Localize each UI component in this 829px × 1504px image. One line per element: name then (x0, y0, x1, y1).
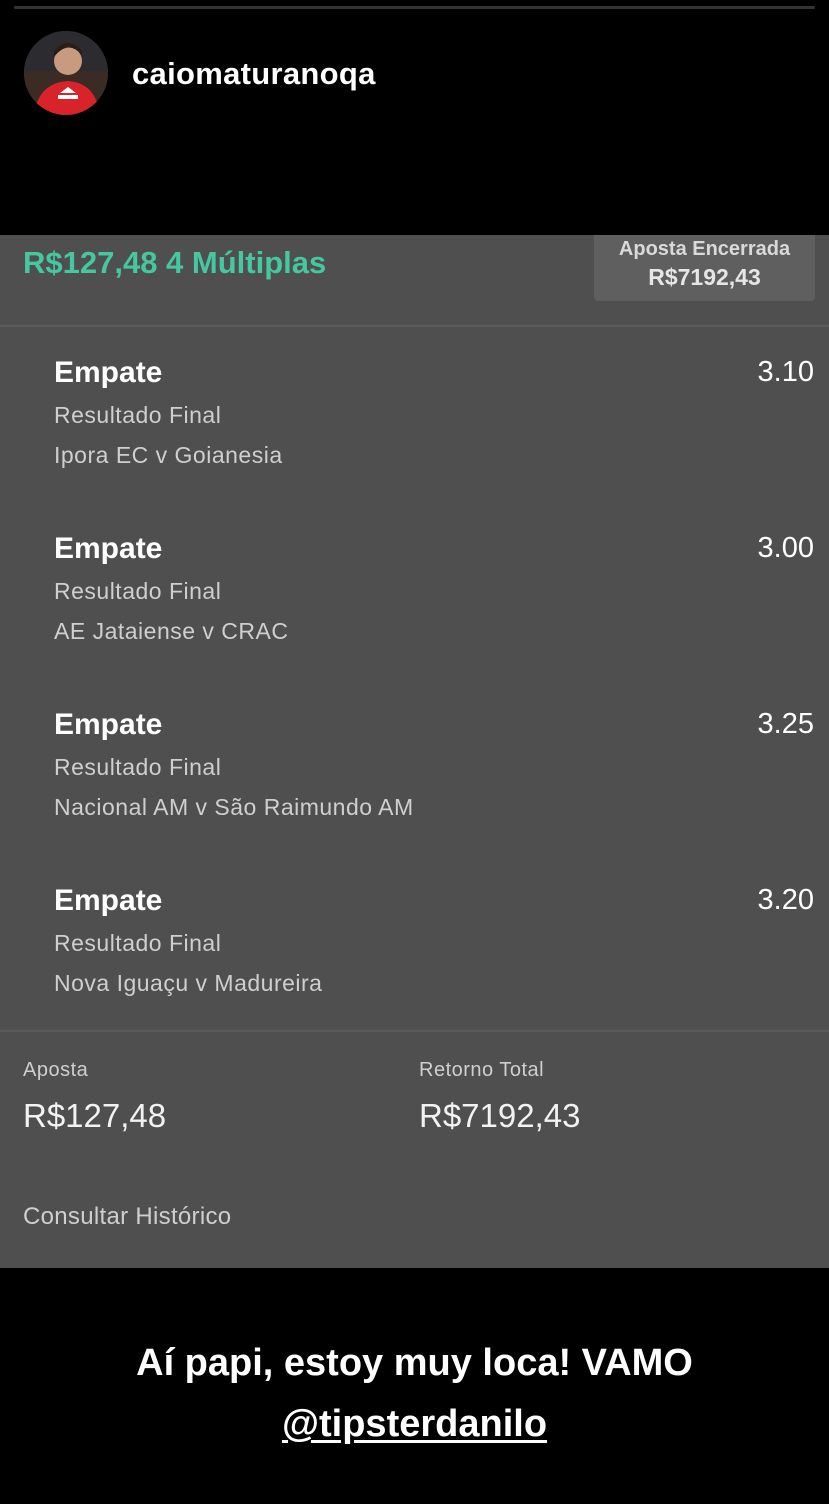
selection-event: Ipora EC v Goianesia (54, 442, 283, 468)
bet-slip-header: R$127,48 4 Múltiplas Aposta Encerrada R$… (0, 235, 829, 327)
avatar-image (24, 31, 108, 115)
view-history-link[interactable]: Consultar Histórico (23, 1203, 231, 1231)
mention-link[interactable]: @tipsterdanilo (282, 1403, 547, 1445)
stake-value: R$127,48 (23, 1097, 167, 1134)
selection-name: Empate (54, 532, 163, 565)
story-username[interactable]: caiomaturanoqa (132, 56, 376, 92)
footer-divider (0, 1030, 829, 1032)
selection-market: Resultado Final (54, 578, 222, 604)
bet-slip-card: R$127,48 4 Múltiplas Aposta Encerrada R$… (0, 235, 829, 1268)
stake-label: Aposta (23, 1059, 89, 1081)
selection-market: Resultado Final (54, 930, 222, 956)
story-header: caiomaturanoqa (0, 0, 829, 235)
selection-market: Resultado Final (54, 754, 222, 780)
selection-odds: 3.00 (757, 532, 814, 564)
selection-name: Empate (54, 356, 163, 389)
selection-name: Empate (54, 884, 163, 917)
cash-out-status-box: Aposta Encerrada R$7192,43 (594, 235, 815, 301)
selection-name: Empate (54, 708, 163, 741)
selection-item: Empate 3.25 Resultado Final Nacional AM … (54, 708, 814, 828)
selection-item: Empate 3.00 Resultado Final AE Jataiense… (54, 532, 814, 652)
story-caption-mention-line: @tipsterdanilo (0, 1403, 829, 1446)
return-label: Retorno Total (419, 1059, 545, 1081)
return-value: R$7192,43 (419, 1097, 581, 1134)
cash-out-amount: R$7192,43 (648, 264, 761, 290)
bet-title: R$127,48 4 Múltiplas (23, 245, 327, 280)
selection-item: Empate 3.10 Resultado Final Ipora EC v G… (54, 356, 814, 476)
selection-event: AE Jataiense v CRAC (54, 618, 289, 644)
selection-event: Nova Iguaçu v Madureira (54, 970, 323, 996)
selection-event: Nacional AM v São Raimundo AM (54, 794, 414, 820)
avatar[interactable] (24, 31, 108, 115)
selection-odds: 3.25 (757, 708, 814, 740)
cash-out-label: Aposta Encerrada (618, 238, 791, 260)
story-progress-bar (14, 6, 815, 9)
selection-market: Resultado Final (54, 402, 222, 428)
selection-odds: 3.20 (757, 884, 814, 916)
selection-item: Empate 3.20 Resultado Final Nova Iguaçu … (54, 884, 814, 1004)
selection-odds: 3.10 (757, 356, 814, 388)
story-caption: Aí papi, estoy muy loca! VAMO (136, 1342, 693, 1384)
